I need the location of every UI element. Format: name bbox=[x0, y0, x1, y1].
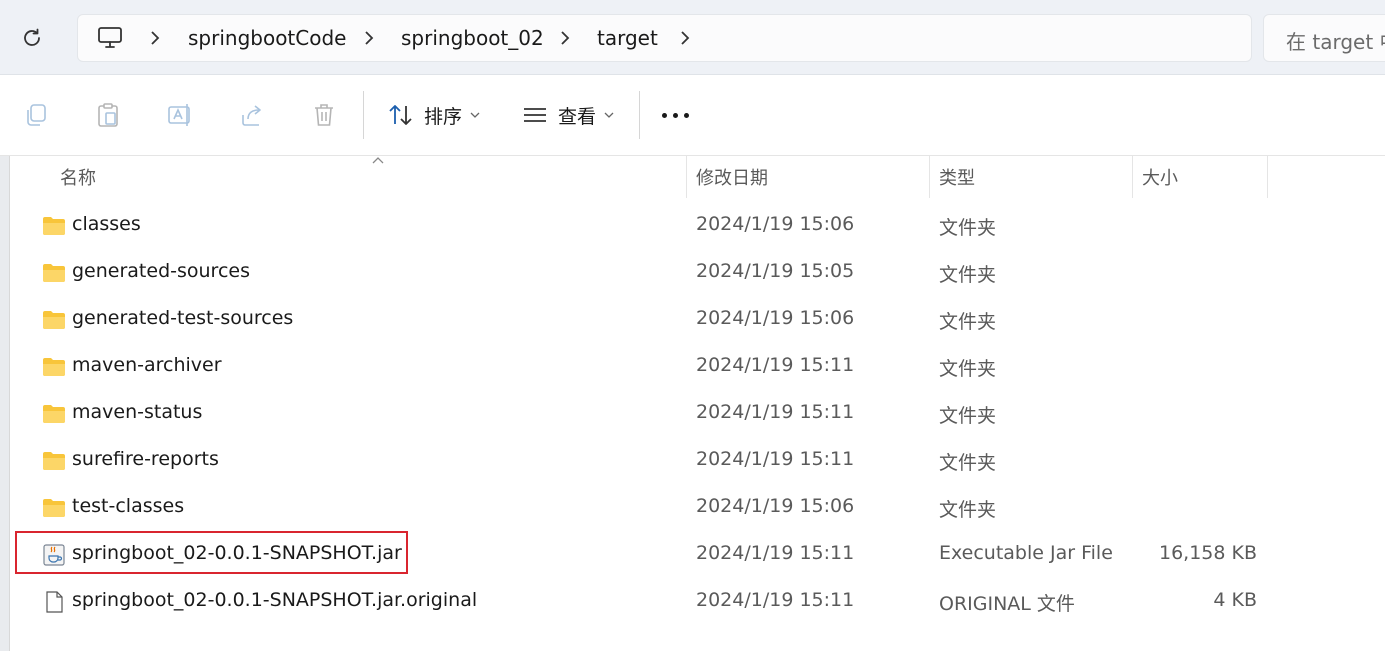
file-modified-date: 2024/1/19 15:11 bbox=[696, 401, 855, 423]
view-label: 查看 bbox=[558, 105, 597, 128]
file-type: 文件夹 bbox=[939, 264, 997, 286]
file-name: generated-sources bbox=[72, 260, 250, 282]
file-modified-date: 2024/1/19 15:11 bbox=[696, 448, 855, 470]
view-icon bbox=[524, 108, 546, 122]
refresh-icon[interactable] bbox=[20, 26, 44, 50]
address-bar: springbootCode springboot_02 target 在 ta… bbox=[0, 0, 1385, 75]
chevron-right-icon[interactable] bbox=[362, 27, 376, 49]
file-modified-date: 2024/1/19 15:11 bbox=[696, 589, 855, 611]
file-type: 文件夹 bbox=[939, 452, 997, 474]
breadcrumb-item-target[interactable]: target bbox=[597, 26, 658, 50]
column-size[interactable]: 大小 bbox=[1142, 164, 1178, 190]
view-button[interactable]: 查看 bbox=[522, 95, 614, 135]
folder-icon bbox=[42, 403, 66, 425]
paste-icon[interactable] bbox=[94, 101, 122, 129]
chevron-right-icon[interactable] bbox=[558, 27, 572, 49]
rename-icon[interactable] bbox=[166, 101, 194, 129]
toolbar-divider bbox=[363, 91, 364, 139]
file-name: classes bbox=[72, 213, 141, 235]
column-separator[interactable] bbox=[1267, 156, 1268, 198]
column-separator[interactable] bbox=[1132, 156, 1133, 198]
column-name[interactable]: 名称 bbox=[60, 164, 96, 190]
file-type: 文件夹 bbox=[939, 217, 997, 239]
file-type: ORIGINAL 文件 bbox=[939, 593, 1075, 615]
toolbar-divider bbox=[639, 91, 640, 139]
file-row[interactable]: maven-archiver 2024/1/19 15:11 文件夹 bbox=[10, 344, 1385, 391]
search-input[interactable]: 在 target 中 bbox=[1263, 14, 1385, 62]
share-icon[interactable] bbox=[238, 101, 266, 129]
file-modified-date: 2024/1/19 15:06 bbox=[696, 307, 855, 329]
sort-icon bbox=[389, 105, 412, 125]
file-row[interactable]: classes 2024/1/19 15:06 文件夹 bbox=[10, 203, 1385, 250]
more-icon[interactable] bbox=[662, 113, 692, 119]
column-separator[interactable] bbox=[686, 156, 687, 198]
file-size: 16,158 KB bbox=[1158, 542, 1257, 564]
file-name: test-classes bbox=[72, 495, 185, 517]
file-row[interactable]: generated-test-sources 2024/1/19 15:06 文件夹 bbox=[10, 297, 1385, 344]
file-type: Executable Jar File bbox=[939, 542, 1113, 564]
file-modified-date: 2024/1/19 15:06 bbox=[696, 213, 855, 235]
navigation-pane-edge[interactable] bbox=[0, 156, 10, 651]
folder-icon bbox=[42, 497, 66, 519]
file-type: 文件夹 bbox=[939, 405, 997, 427]
folder-icon bbox=[42, 450, 66, 472]
column-type[interactable]: 类型 bbox=[939, 164, 975, 190]
file-name: maven-archiver bbox=[72, 354, 222, 376]
file-row[interactable]: surefire-reports 2024/1/19 15:11 文件夹 bbox=[10, 438, 1385, 485]
chevron-right-icon[interactable] bbox=[148, 27, 162, 49]
folder-icon bbox=[42, 262, 66, 284]
folder-icon bbox=[42, 215, 66, 237]
chevron-down-icon bbox=[604, 112, 614, 118]
chevron-down-icon bbox=[470, 112, 480, 118]
sort-ascending-icon bbox=[372, 157, 384, 164]
column-separator[interactable] bbox=[929, 156, 930, 198]
column-date[interactable]: 修改日期 bbox=[696, 164, 768, 190]
copy-icon[interactable] bbox=[22, 101, 50, 129]
command-bar: 排序 查看 bbox=[0, 75, 1385, 156]
file-modified-date: 2024/1/19 15:06 bbox=[696, 495, 855, 517]
file-name: maven-status bbox=[72, 401, 203, 423]
computer-icon[interactable] bbox=[97, 26, 123, 50]
file-row[interactable]: maven-status 2024/1/19 15:11 文件夹 bbox=[10, 391, 1385, 438]
file-modified-date: 2024/1/19 15:11 bbox=[696, 542, 855, 564]
delete-icon[interactable] bbox=[310, 101, 338, 129]
folder-icon bbox=[42, 309, 66, 331]
file-modified-date: 2024/1/19 15:05 bbox=[696, 260, 855, 282]
file-row[interactable]: test-classes 2024/1/19 15:06 文件夹 bbox=[10, 485, 1385, 532]
file-modified-date: 2024/1/19 15:11 bbox=[696, 354, 855, 376]
breadcrumb-item-springbootCode[interactable]: springbootCode bbox=[188, 26, 346, 50]
file-type: 文件夹 bbox=[939, 358, 997, 380]
file-row[interactable]: generated-sources 2024/1/19 15:05 文件夹 bbox=[10, 250, 1385, 297]
file-size: 4 KB bbox=[1213, 589, 1257, 611]
file-type: 文件夹 bbox=[939, 311, 997, 333]
file-row[interactable]: springboot_02-0.0.1-SNAPSHOT.jar.origina… bbox=[10, 579, 1385, 626]
search-placeholder: 在 target 中 bbox=[1286, 30, 1385, 54]
file-icon bbox=[42, 591, 66, 613]
chevron-right-icon[interactable] bbox=[678, 27, 692, 49]
sort-label: 排序 bbox=[424, 105, 463, 128]
highlight-box bbox=[15, 531, 408, 574]
folder-icon bbox=[42, 356, 66, 378]
breadcrumb[interactable]: springbootCode springboot_02 target bbox=[77, 14, 1252, 62]
breadcrumb-item-springboot_02[interactable]: springboot_02 bbox=[401, 26, 544, 50]
sort-button[interactable]: 排序 bbox=[388, 95, 480, 135]
file-type: 文件夹 bbox=[939, 499, 997, 521]
file-name: generated-test-sources bbox=[72, 307, 294, 329]
file-name: surefire-reports bbox=[72, 448, 219, 470]
column-header: 名称 修改日期 类型 大小 bbox=[10, 156, 1385, 198]
file-name: springboot_02-0.0.1-SNAPSHOT.jar.origina… bbox=[72, 589, 478, 611]
